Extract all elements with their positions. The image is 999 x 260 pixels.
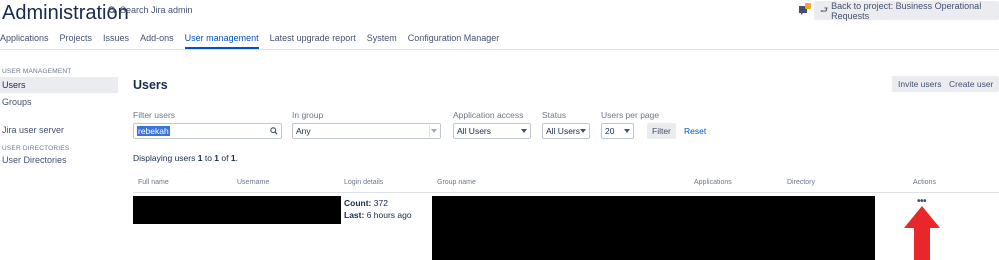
- table-header-divider: [133, 192, 999, 193]
- tab-add-ons[interactable]: Add-ons: [140, 33, 174, 49]
- search-placeholder: Search Jira admin: [120, 5, 193, 15]
- tab-projects[interactable]: Projects: [60, 33, 93, 49]
- in-group-label: In group: [292, 110, 324, 120]
- application-access-value: All Users: [457, 126, 492, 136]
- tab-latest-upgrade-report[interactable]: Latest upgrade report: [270, 33, 356, 49]
- status-value: All Users: [546, 126, 581, 136]
- reset-link[interactable]: Reset: [684, 126, 706, 136]
- column-header-full-name: Full name: [138, 179, 169, 186]
- application-access-label: Application access: [453, 110, 524, 120]
- chevron-down-icon: [580, 129, 586, 133]
- sidebar-heading-user-directories: USER DIRECTORIES: [2, 145, 70, 152]
- results-to-word: to: [202, 153, 215, 163]
- search-icon: [108, 5, 117, 15]
- login-count-value: 372: [373, 198, 388, 208]
- results-of-word: of: [219, 153, 231, 163]
- search-icon: [270, 127, 278, 135]
- tab-issues[interactable]: Issues: [103, 33, 129, 49]
- filter-users-label: Filter users: [133, 110, 176, 120]
- invite-users-button[interactable]: Invite users: [892, 76, 948, 92]
- back-arrow-icon: ⮐: [820, 4, 829, 15]
- sidebar-item-user-directories[interactable]: User Directories: [0, 152, 118, 168]
- tab-applications[interactable]: Applications: [0, 33, 49, 49]
- column-header-login-details: Login details: [344, 179, 384, 186]
- in-group-value: Any: [296, 126, 311, 136]
- login-details-cell: Count: 372 Last: 6 hours ago: [344, 197, 412, 221]
- filter-users-value: rebekah: [137, 126, 170, 136]
- chevron-down-icon: [521, 129, 527, 133]
- tabs-divider: [0, 49, 999, 50]
- page-title: Users: [133, 78, 168, 92]
- results-summary: Displaying users 1 to 1 of 1.: [133, 153, 238, 163]
- sidebar-item-groups[interactable]: Groups: [0, 94, 118, 110]
- tab-configuration-manager[interactable]: Configuration Manager: [408, 33, 500, 49]
- filter-users-input[interactable]: rebekah: [133, 123, 282, 139]
- results-suffix: .: [235, 153, 238, 163]
- notification-icon[interactable]: [798, 2, 812, 16]
- login-last-value: 6 hours ago: [366, 210, 412, 220]
- admin-search[interactable]: Search Jira admin: [108, 5, 193, 15]
- select-divider: [429, 125, 430, 137]
- chevron-down-icon: [431, 129, 437, 133]
- login-count-label: Count:: [344, 198, 372, 208]
- header: Administration Search Jira admin ⮐ Back …: [0, 0, 999, 30]
- users-per-page-select[interactable]: 20: [601, 123, 634, 139]
- column-header-directory: Directory: [787, 179, 816, 186]
- filter-button[interactable]: Filter: [647, 123, 676, 139]
- status-select[interactable]: All Users: [542, 123, 590, 139]
- create-user-button[interactable]: Create user: [943, 76, 999, 92]
- application-access-select[interactable]: All Users: [453, 123, 531, 139]
- sidebar-item-users[interactable]: Users: [0, 77, 118, 93]
- redacted-groups-block: [432, 196, 875, 260]
- admin-tabs: Applications Projects Issues Add-ons Use…: [0, 33, 510, 49]
- sidebar: USER MANAGEMENT Users Groups Jira user s…: [0, 68, 118, 168]
- login-last-label: Last:: [344, 210, 365, 220]
- sidebar-heading-user-management: USER MANAGEMENT: [2, 68, 72, 75]
- column-header-group-name: Group name: [437, 179, 476, 186]
- status-label: Status: [542, 110, 567, 120]
- back-to-project-button[interactable]: ⮐ Back to project: Business Operational …: [814, 0, 999, 21]
- column-header-actions: Actions: [913, 179, 936, 186]
- back-button-label: Back to project: Business Operational Re…: [831, 0, 982, 21]
- sidebar-item-jira-user-server[interactable]: Jira user server: [0, 122, 118, 138]
- column-header-username: Username: [237, 179, 270, 186]
- tab-system[interactable]: System: [367, 33, 397, 49]
- annotation-arrow-up-icon: [904, 206, 940, 260]
- redacted-name-block: [133, 196, 341, 224]
- results-prefix: Displaying users: [133, 153, 198, 163]
- chevron-down-icon: [624, 129, 630, 133]
- tab-user-management[interactable]: User management: [184, 33, 259, 49]
- column-header-applications: Applications: [694, 179, 732, 186]
- in-group-select[interactable]: Any: [292, 123, 441, 139]
- users-per-page-value: 20: [605, 126, 615, 136]
- users-per-page-label: Users per page: [601, 110, 660, 120]
